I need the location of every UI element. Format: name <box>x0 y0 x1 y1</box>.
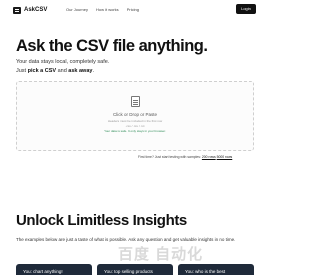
watermark: 百度 自动化 <box>118 246 204 263</box>
dropzone-safety-note: Your data is safe. It only stays in your… <box>104 129 166 133</box>
logo-icon <box>13 6 21 14</box>
top-navbar: AskCSV Our Journey How it works Pricing … <box>0 0 269 20</box>
example-card[interactable]: You: chart anything! <box>16 264 92 275</box>
insights-title: Unlock Limitless Insights <box>16 212 187 229</box>
sample-5000-rows-link[interactable]: 5000 rows <box>217 155 233 159</box>
instruction-pick-csv: pick a CSV <box>27 68 57 74</box>
brand-logo[interactable]: AskCSV <box>13 6 47 14</box>
dropzone-header-note: Headers must be included in the first ro… <box>107 119 163 123</box>
samples-prefix: First time? Just start testing with samp… <box>138 155 201 159</box>
hero-subtitle: Your data stays local, completely safe. <box>16 59 110 65</box>
brand-name: AskCSV <box>24 7 48 13</box>
instruction-mid: and <box>56 68 69 74</box>
samples-line: First time? Just start testing with samp… <box>138 155 232 160</box>
instruction-prefix: Just <box>16 68 28 74</box>
instruction-ask-away: ask away <box>68 68 93 74</box>
dropzone-file-types: .csv / .tsv / .txt <box>125 124 145 128</box>
example-card[interactable]: You: top selling products <box>97 264 173 275</box>
hero-instruction: Just pick a CSV and ask away. <box>16 68 94 75</box>
nav-link-how-it-works[interactable]: How it works <box>96 7 119 12</box>
example-card-text: You: who is the best <box>185 269 226 274</box>
nav-link-our-journey[interactable]: Our Journey <box>66 7 88 12</box>
instruction-suffix: . <box>92 68 94 74</box>
nav-links: Our Journey How it works Pricing <box>66 7 147 12</box>
example-cards: You: chart anything! You: top selling pr… <box>16 264 259 275</box>
login-button[interactable]: Login <box>236 4 256 14</box>
example-card-text: You: chart anything! <box>23 269 63 274</box>
dropzone-title: Click or Drop or Paste <box>112 112 157 117</box>
hero-title: Ask the CSV file anything. <box>16 37 208 55</box>
insights-subtitle: The examples below are just a taste of w… <box>16 237 236 242</box>
example-card[interactable]: You: who is the best <box>178 264 254 275</box>
nav-link-pricing[interactable]: Pricing <box>127 7 139 12</box>
sample-200-rows-link[interactable]: 200 rows <box>202 155 216 159</box>
file-icon <box>131 96 140 107</box>
example-card-text: You: top selling products <box>104 269 153 274</box>
csv-dropzone[interactable]: Click or Drop or Paste Headers must be i… <box>16 81 254 151</box>
